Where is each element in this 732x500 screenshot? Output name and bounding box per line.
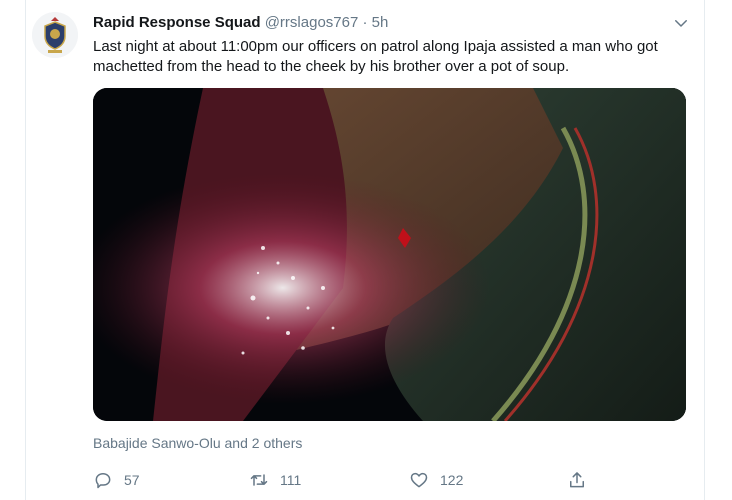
like-button[interactable]: 122	[409, 468, 463, 492]
tweet-text: Last night at about 11:00pm our officers…	[93, 38, 658, 75]
avatar[interactable]	[32, 12, 78, 58]
like-icon	[410, 472, 428, 488]
reply-icon	[95, 473, 111, 489]
retweet-icon	[250, 474, 268, 486]
separator: ·	[362, 14, 368, 31]
like-count: 122	[440, 472, 464, 488]
tweet-time[interactable]: 5h	[372, 14, 389, 31]
share-button[interactable]	[567, 468, 598, 492]
author-handle[interactable]: @rrslagos767	[265, 14, 359, 31]
tweet-header: Rapid Response Squad @rrslagos767 · 5h	[93, 13, 690, 33]
tagged-users-link[interactable]: Babajide Sanwo-Olu and 2 others	[93, 435, 302, 451]
author-name[interactable]: Rapid Response Squad	[93, 14, 261, 31]
reply-button[interactable]: 57	[93, 468, 140, 492]
tweet-photo[interactable]	[93, 88, 686, 421]
chevron-down-icon[interactable]	[672, 14, 690, 32]
retweet-count: 111	[280, 472, 302, 488]
retweet-button[interactable]: 111	[249, 468, 301, 492]
share-icon	[570, 472, 584, 488]
police-badge-icon	[32, 12, 78, 58]
injury-photo	[93, 88, 686, 421]
reply-count: 57	[124, 472, 140, 488]
tweet-actions: 57 111 122	[93, 468, 593, 492]
